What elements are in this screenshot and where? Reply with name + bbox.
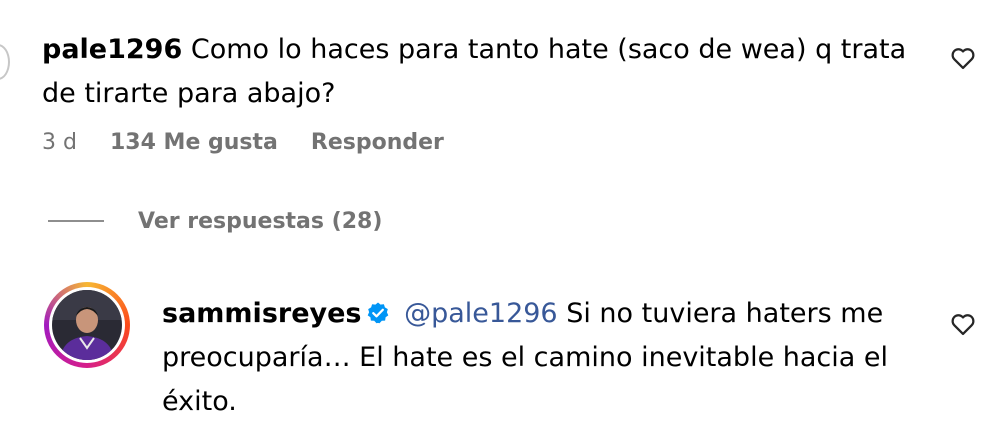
view-replies-line (48, 220, 104, 222)
reply-mention[interactable]: @pale1296 (404, 298, 558, 329)
reply-body: sammisreyes @pale1296 Si no tuviera hate… (162, 292, 902, 424)
reply-like-heart-icon[interactable] (948, 310, 978, 338)
heart-outline-icon (951, 314, 975, 336)
view-replies-label: Ver respuestas (28) (138, 208, 383, 234)
reply-username[interactable]: sammisreyes (162, 298, 362, 329)
comment-username[interactable]: pale1296 (42, 34, 182, 65)
verified-badge-icon (366, 301, 390, 325)
comment-body: pale1296 Como lo haces para tanto hate (… (42, 28, 922, 116)
avatar[interactable] (44, 282, 130, 368)
avatar-border (49, 287, 125, 363)
comment-time: 3 d (42, 130, 77, 155)
heart-outline-icon (951, 48, 975, 70)
comment-meta: 3 d 134 Me gusta Responder (42, 130, 470, 160)
avatar-photo (52, 290, 122, 360)
avatar-image-icon (52, 290, 122, 360)
like-heart-icon[interactable] (948, 44, 978, 72)
view-replies-button[interactable]: Ver respuestas (28) (48, 205, 382, 237)
reply-button[interactable]: Responder (311, 130, 444, 155)
avatar-edge (0, 44, 10, 80)
comment-likes[interactable]: 134 Me gusta (110, 130, 278, 155)
